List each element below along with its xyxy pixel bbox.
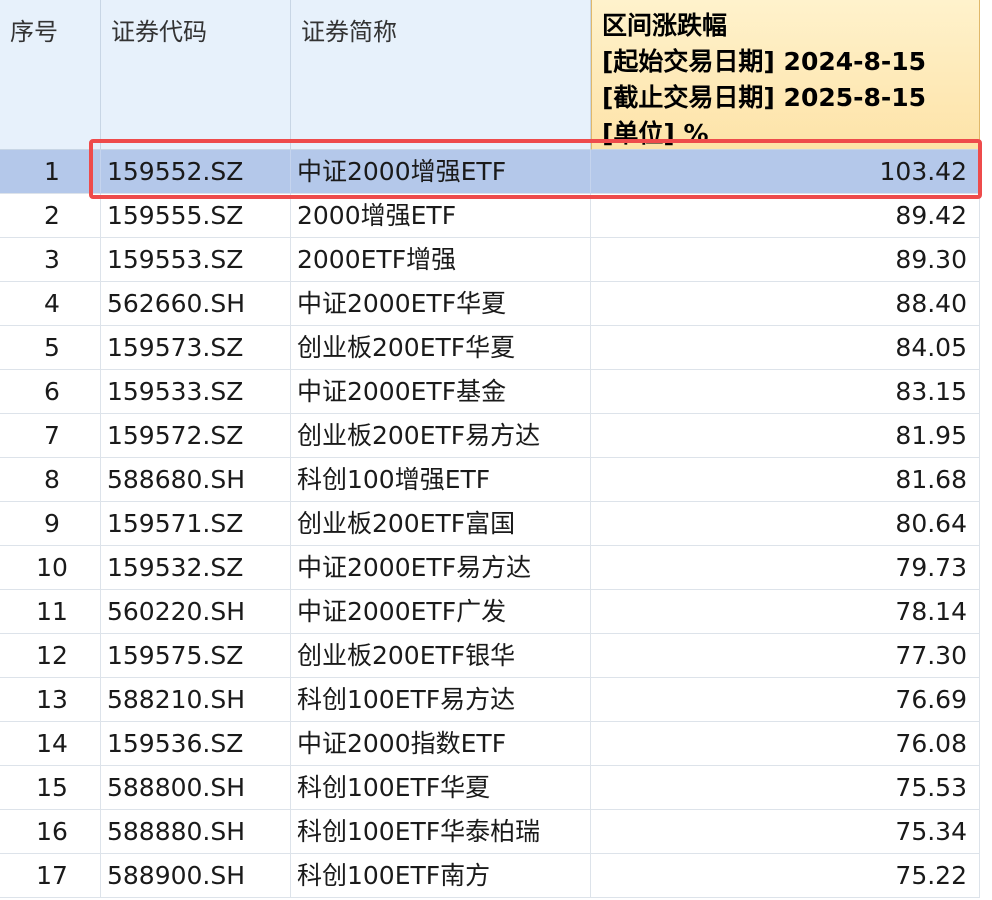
row-change-cell[interactable]: 77.30 [591, 634, 980, 678]
row-code-cell[interactable]: 588900.SH [101, 854, 291, 898]
table-row[interactable]: 1 159552.SZ 中证2000增强ETF 103.42 [0, 150, 992, 194]
table-scroll-edge [980, 0, 992, 900]
row-change-cell[interactable]: 76.69 [591, 678, 980, 722]
row-name-cell[interactable]: 中证2000ETF广发 [291, 590, 591, 634]
table-body: 1 159552.SZ 中证2000增强ETF 103.42 2 159555.SZ 200… [0, 150, 992, 898]
row-change-cell[interactable]: 75.53 [591, 766, 980, 810]
column-header-name[interactable]: 证券简称 [291, 0, 591, 150]
table-row[interactable]: 7 159572.SZ 创业板200ETF易方达 81.95 [0, 414, 992, 458]
row-index-cell[interactable]: 4 [0, 282, 101, 326]
row-index-cell[interactable]: 9 [0, 502, 101, 546]
row-index-cell[interactable]: 3 [0, 238, 101, 282]
row-code-cell[interactable]: 588680.SH [101, 458, 291, 502]
table-row[interactable]: 9 159571.SZ 创业板200ETF富国 80.64 [0, 502, 992, 546]
table-row[interactable]: 17 588900.SH 科创100ETF南方 75.22 [0, 854, 992, 898]
row-change-cell[interactable]: 89.42 [591, 194, 980, 238]
row-code-cell[interactable]: 159572.SZ [101, 414, 291, 458]
row-index-cell[interactable]: 15 [0, 766, 101, 810]
row-name-cell[interactable]: 创业板200ETF易方达 [291, 414, 591, 458]
row-index-cell[interactable]: 13 [0, 678, 101, 722]
row-name-cell[interactable]: 科创100ETF华泰柏瑞 [291, 810, 591, 854]
row-code-cell[interactable]: 560220.SH [101, 590, 291, 634]
change-end-date: [截止交易日期] 2025-8-15 [602, 83, 927, 112]
row-name-cell[interactable]: 科创100ETF易方达 [291, 678, 591, 722]
row-name-cell[interactable]: 创业板200ETF银华 [291, 634, 591, 678]
table-row[interactable]: 10 159532.SZ 中证2000ETF易方达 79.73 [0, 546, 992, 590]
row-name-cell[interactable]: 创业板200ETF富国 [291, 502, 591, 546]
row-change-cell[interactable]: 81.95 [591, 414, 980, 458]
table-row[interactable]: 13 588210.SH 科创100ETF易方达 76.69 [0, 678, 992, 722]
table-row[interactable]: 4 562660.SH 中证2000ETF华夏 88.40 [0, 282, 992, 326]
table-row[interactable]: 5 159573.SZ 创业板200ETF华夏 84.05 [0, 326, 992, 370]
row-change-cell[interactable]: 84.05 [591, 326, 980, 370]
table-row[interactable]: 12 159575.SZ 创业板200ETF银华 77.30 [0, 634, 992, 678]
row-name-cell[interactable]: 科创100增强ETF [291, 458, 591, 502]
row-code-cell[interactable]: 159532.SZ [101, 546, 291, 590]
row-code-cell[interactable]: 588210.SH [101, 678, 291, 722]
row-index-cell[interactable]: 2 [0, 194, 101, 238]
row-change-cell[interactable]: 80.64 [591, 502, 980, 546]
column-header-index[interactable]: 序号 [0, 0, 101, 150]
table-row[interactable]: 16 588880.SH 科创100ETF华泰柏瑞 75.34 [0, 810, 992, 854]
row-name-cell[interactable]: 中证2000ETF基金 [291, 370, 591, 414]
row-name-cell[interactable]: 科创100ETF南方 [291, 854, 591, 898]
row-index-cell[interactable]: 11 [0, 590, 101, 634]
row-change-cell[interactable]: 89.30 [591, 238, 980, 282]
row-code-cell[interactable]: 159553.SZ [101, 238, 291, 282]
row-code-cell[interactable]: 159536.SZ [101, 722, 291, 766]
table-row[interactable]: 15 588800.SH 科创100ETF华夏 75.53 [0, 766, 992, 810]
row-code-cell[interactable]: 562660.SH [101, 282, 291, 326]
row-name-cell[interactable]: 中证2000ETF易方达 [291, 546, 591, 590]
row-index-cell[interactable]: 7 [0, 414, 101, 458]
row-name-cell[interactable]: 创业板200ETF华夏 [291, 326, 591, 370]
table-row[interactable]: 2 159555.SZ 2000增强ETF 89.42 [0, 194, 992, 238]
row-name-cell[interactable]: 2000ETF增强 [291, 238, 591, 282]
row-change-cell[interactable]: 83.15 [591, 370, 980, 414]
row-change-cell[interactable]: 75.22 [591, 854, 980, 898]
row-change-cell[interactable]: 88.40 [591, 282, 980, 326]
table-row[interactable]: 8 588680.SH 科创100增强ETF 81.68 [0, 458, 992, 502]
row-change-cell[interactable]: 79.73 [591, 546, 980, 590]
change-start-date: [起始交易日期] 2024-8-15 [602, 47, 927, 76]
row-change-cell[interactable]: 81.68 [591, 458, 980, 502]
row-name-cell[interactable]: 中证2000指数ETF [291, 722, 591, 766]
row-code-cell[interactable]: 588880.SH [101, 810, 291, 854]
row-index-cell[interactable]: 1 [0, 150, 101, 194]
row-code-cell[interactable]: 588800.SH [101, 766, 291, 810]
row-code-cell[interactable]: 159575.SZ [101, 634, 291, 678]
row-change-cell[interactable]: 78.14 [591, 590, 980, 634]
table-row[interactable]: 11 560220.SH 中证2000ETF广发 78.14 [0, 590, 992, 634]
row-index-cell[interactable]: 10 [0, 546, 101, 590]
column-header-change[interactable]: 区间涨跌幅 [起始交易日期] 2024-8-15 [截止交易日期] 2025-8… [591, 0, 980, 150]
row-change-cell[interactable]: 75.34 [591, 810, 980, 854]
table-row[interactable]: 3 159553.SZ 2000ETF增强 89.30 [0, 238, 992, 282]
row-code-cell[interactable]: 159555.SZ [101, 194, 291, 238]
row-change-cell[interactable]: 103.42 [591, 150, 980, 194]
row-index-cell[interactable]: 12 [0, 634, 101, 678]
row-index-cell[interactable]: 5 [0, 326, 101, 370]
row-code-cell[interactable]: 159571.SZ [101, 502, 291, 546]
table-header: 序号 证券代码 证券简称 区间涨跌幅 [起始交易日期] 2024-8-15 [截… [0, 0, 992, 150]
change-unit: [单位] % [602, 119, 709, 148]
row-name-cell[interactable]: 中证2000增强ETF [291, 150, 591, 194]
table-row[interactable]: 6 159533.SZ 中证2000ETF基金 83.15 [0, 370, 992, 414]
row-index-cell[interactable]: 8 [0, 458, 101, 502]
row-name-cell[interactable]: 中证2000ETF华夏 [291, 282, 591, 326]
row-name-cell[interactable]: 2000增强ETF [291, 194, 591, 238]
row-index-cell[interactable]: 6 [0, 370, 101, 414]
table-row[interactable]: 14 159536.SZ 中证2000指数ETF 76.08 [0, 722, 992, 766]
row-name-cell[interactable]: 科创100ETF华夏 [291, 766, 591, 810]
row-code-cell[interactable]: 159552.SZ [101, 150, 291, 194]
row-code-cell[interactable]: 159533.SZ [101, 370, 291, 414]
row-index-cell[interactable]: 16 [0, 810, 101, 854]
row-index-cell[interactable]: 17 [0, 854, 101, 898]
column-header-code[interactable]: 证券代码 [101, 0, 291, 150]
etf-data-table: 序号 证券代码 证券简称 区间涨跌幅 [起始交易日期] 2024-8-15 [截… [0, 0, 992, 900]
change-title: 区间涨跌幅 [602, 11, 728, 40]
row-change-cell[interactable]: 76.08 [591, 722, 980, 766]
row-index-cell[interactable]: 14 [0, 722, 101, 766]
row-code-cell[interactable]: 159573.SZ [101, 326, 291, 370]
